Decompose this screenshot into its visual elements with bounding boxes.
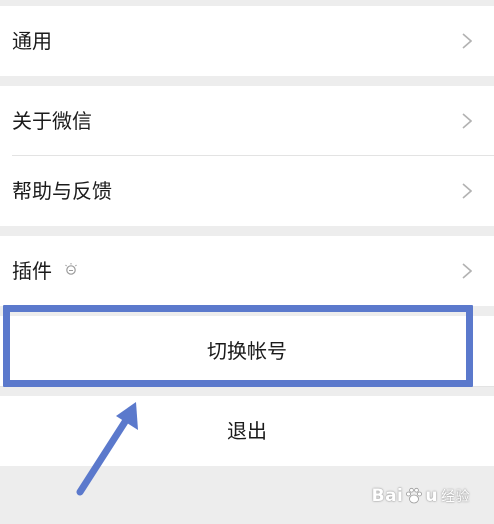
chevron-right-icon — [462, 113, 472, 129]
settings-item-label: 帮助与反馈 — [12, 179, 112, 203]
watermark-brand-left: Bai — [371, 486, 404, 506]
highlight-box — [3, 305, 473, 387]
settings-item-help-feedback[interactable]: 帮助与反馈 — [0, 156, 494, 226]
lightbulb-icon — [65, 263, 77, 275]
chevron-right-icon — [462, 33, 472, 49]
chevron-right-icon — [462, 263, 472, 279]
watermark-suffix: 经验 — [441, 489, 470, 505]
annotation-arrow-icon — [76, 402, 138, 496]
settings-item-about[interactable]: 关于微信 — [0, 86, 494, 156]
paw-icon — [406, 487, 423, 504]
settings-item-label: 关于微信 — [12, 109, 92, 133]
settings-item-label: 插件 — [12, 259, 52, 283]
settings-item-general[interactable]: 通用 — [0, 6, 494, 76]
chevron-right-icon — [462, 183, 472, 199]
settings-item-label: 通用 — [12, 29, 52, 53]
baidu-jingyan-watermark: Bai u 经验 — [372, 486, 470, 506]
watermark-brand-right: u — [425, 486, 438, 506]
